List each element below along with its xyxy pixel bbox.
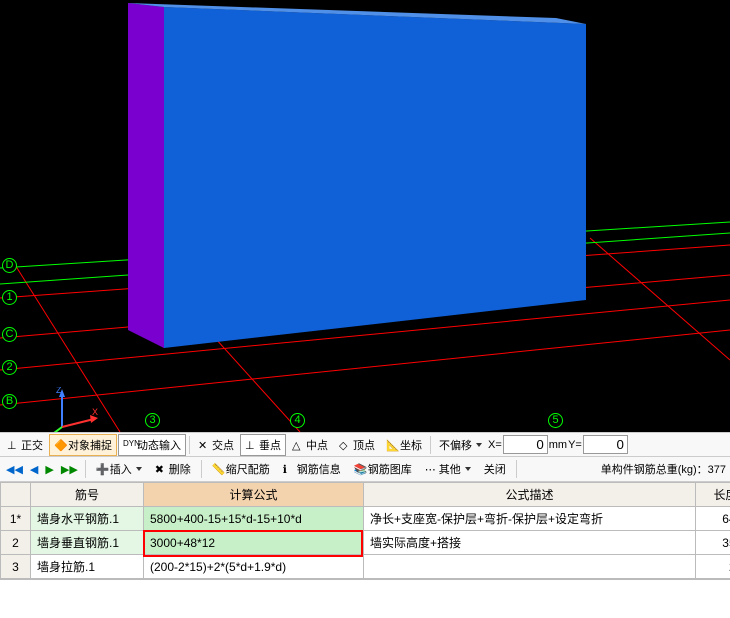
- other-button[interactable]: ⋯其他: [420, 458, 476, 480]
- insert-icon: ➕: [96, 463, 108, 475]
- cell-length[interactable]: 253: [696, 555, 730, 579]
- col-header-name[interactable]: 筋号: [31, 483, 144, 507]
- snap-vertex[interactable]: ◇顶点: [334, 434, 380, 456]
- scale-button[interactable]: 📏缩尺配筋: [207, 458, 275, 480]
- mid-icon: △: [292, 439, 304, 451]
- perp-icon: ⊥: [245, 439, 257, 451]
- ortho-icon: ⊥: [7, 439, 19, 451]
- rebar-table-wrap: 筋号 计算公式 公式描述 长度 1*墙身水平钢筋.15800+400-15+15…: [0, 482, 730, 579]
- insert-button[interactable]: ➕插入: [91, 458, 147, 480]
- scale-icon: 📏: [212, 463, 224, 475]
- row-index[interactable]: 3: [1, 555, 31, 579]
- cell-formula[interactable]: 5800+400-15+15*d-15+10*d: [144, 507, 364, 531]
- rebar-info-button[interactable]: ℹ钢筋信息: [278, 458, 346, 480]
- table-row[interactable]: 2墙身垂直钢筋.13000+48*12墙实际高度+搭接3576: [1, 531, 730, 555]
- nav-next[interactable]: ▶: [43, 463, 55, 476]
- grid-lines: [0, 0, 730, 432]
- rebar-table: 筋号 计算公式 公式描述 长度 1*墙身水平钢筋.15800+400-15+15…: [0, 482, 730, 579]
- cell-formula[interactable]: 3000+48*12: [144, 531, 364, 555]
- info-icon: ℹ: [283, 463, 295, 475]
- total-weight-status: 单构件钢筋总重(kg)：377: [601, 461, 726, 477]
- other-icon: ⋯: [425, 463, 437, 475]
- svg-text:Z: Z: [56, 387, 62, 395]
- grid-label-D: D: [2, 258, 17, 273]
- col-header-idx[interactable]: [1, 483, 31, 507]
- close-button[interactable]: 关闭: [479, 458, 511, 480]
- offset-dropdown[interactable]: 不偏移: [434, 434, 487, 456]
- cell-desc[interactable]: 墙实际高度+搭接: [364, 531, 696, 555]
- nav-first[interactable]: ◀◀: [4, 463, 25, 476]
- cell-name[interactable]: 墙身垂直钢筋.1: [31, 531, 144, 555]
- ortho-toggle[interactable]: ⊥正交: [2, 434, 48, 456]
- snap-perp[interactable]: ⊥垂点: [240, 434, 286, 456]
- col-header-desc[interactable]: 公式描述: [364, 483, 696, 507]
- grid-label-5: 5: [548, 413, 563, 428]
- nav-prev[interactable]: ◀: [28, 463, 40, 476]
- cell-length[interactable]: 6470: [696, 507, 730, 531]
- row-index[interactable]: 2: [1, 531, 31, 555]
- grid-label-B: B: [2, 394, 17, 409]
- cross-icon: ✕: [198, 439, 210, 451]
- cell-length[interactable]: 3576: [696, 531, 730, 555]
- cell-name[interactable]: 墙身水平钢筋.1: [31, 507, 144, 531]
- x-label: X=: [488, 439, 502, 451]
- grid-label-C: C: [2, 327, 17, 342]
- chevron-down-icon: [476, 443, 482, 447]
- grid-label-1: 1: [2, 290, 17, 305]
- rebar-toolbar: ◀◀ ◀ ▶ ▶▶ ➕插入 ✖删除 📏缩尺配筋 ℹ钢筋信息 📚钢筋图库 ⋯其他 …: [0, 457, 730, 482]
- cell-formula[interactable]: (200-2*15)+2*(5*d+1.9*d): [144, 555, 364, 579]
- grid-label-3: 3: [145, 413, 160, 428]
- table-row[interactable]: 3墙身拉筋.1(200-2*15)+2*(5*d+1.9*d) 253: [1, 555, 730, 579]
- lib-icon: 📚: [354, 463, 366, 475]
- chevron-down-icon: [465, 467, 471, 471]
- grid-label-4: 4: [290, 413, 305, 428]
- cell-desc[interactable]: [364, 555, 696, 579]
- object-snap-toggle[interactable]: 🔶对象捕捉: [49, 434, 117, 456]
- chevron-down-icon: [136, 467, 142, 471]
- col-header-len[interactable]: 长度: [696, 483, 730, 507]
- table-row[interactable]: 1*墙身水平钢筋.15800+400-15+15*d-15+10*d净长+支座宽…: [1, 507, 730, 531]
- snap-coord[interactable]: 📐坐标: [381, 434, 427, 456]
- viewport-3d[interactable]: D 1 C 2 B 3 4 5 Z X: [0, 0, 730, 432]
- dyn-icon: DYN: [123, 439, 135, 451]
- col-header-formula[interactable]: 计算公式: [144, 483, 364, 507]
- x-input[interactable]: [503, 435, 548, 454]
- cell-desc[interactable]: 净长+支座宽-保护层+弯折-保护层+设定弯折: [364, 507, 696, 531]
- snap-mid[interactable]: △中点: [287, 434, 333, 456]
- grid-label-2: 2: [2, 360, 17, 375]
- delete-icon: ✖: [155, 463, 167, 475]
- rebar-lib-button[interactable]: 📚钢筋图库: [349, 458, 417, 480]
- coord-icon: 📐: [386, 439, 398, 451]
- y-label: Y=: [568, 439, 582, 451]
- y-input[interactable]: [583, 435, 628, 454]
- vertex-icon: ◇: [339, 439, 351, 451]
- snap-cross[interactable]: ✕交点: [193, 434, 239, 456]
- row-index[interactable]: 1*: [1, 507, 31, 531]
- snap-icon: 🔶: [54, 439, 66, 451]
- dynamic-input-toggle[interactable]: DYN动态输入: [118, 434, 186, 456]
- delete-button[interactable]: ✖删除: [150, 458, 196, 480]
- snap-toolbar: ⊥正交 🔶对象捕捉 DYN动态输入 ✕交点 ⊥垂点 △中点 ◇顶点 📐坐标 不偏…: [0, 432, 730, 457]
- svg-text:X: X: [92, 407, 98, 417]
- unit-label: mm: [549, 439, 567, 451]
- nav-last[interactable]: ▶▶: [59, 463, 80, 476]
- cell-name[interactable]: 墙身拉筋.1: [31, 555, 144, 579]
